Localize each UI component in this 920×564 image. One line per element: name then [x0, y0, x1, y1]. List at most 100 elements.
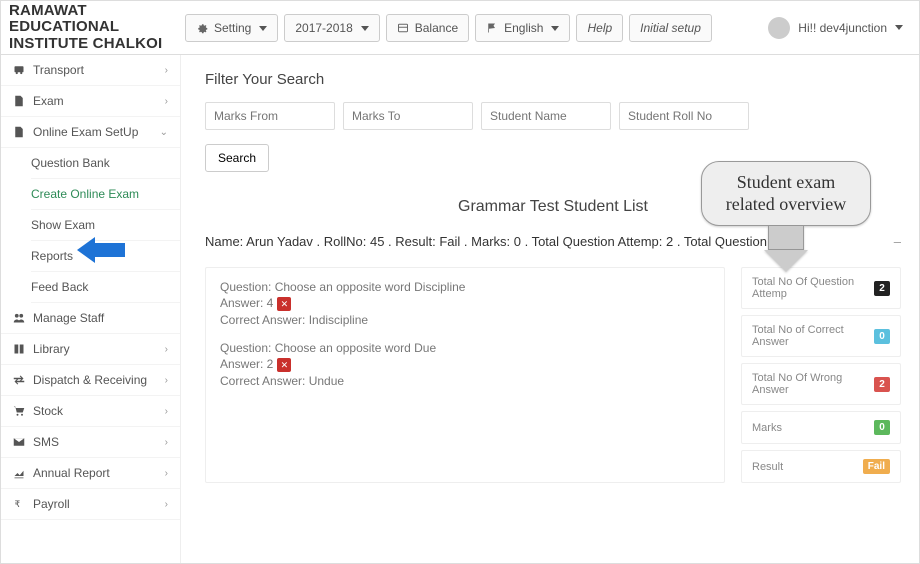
stat-label: Total No Of Question Attemp	[752, 276, 874, 300]
chevron-right-icon: ›	[165, 499, 168, 510]
stat-value: Fail	[863, 459, 890, 474]
search-button[interactable]: Search	[205, 144, 269, 172]
filter-heading: Filter Your Search	[205, 71, 901, 88]
sidebar-label: Feed Back	[31, 280, 88, 294]
student-roll-input[interactable]	[619, 102, 749, 130]
sidebar: Transport › Exam › Online Exam SetUp ⌄ Q…	[1, 55, 181, 563]
annotation-bubble: Student exam related overview	[701, 161, 871, 226]
book-icon	[13, 343, 25, 355]
answer-text: Answer: 2✕	[220, 357, 710, 372]
sidebar-label: Transport	[33, 63, 84, 77]
sidebar-item-annual-report[interactable]: Annual Report ›	[1, 458, 180, 489]
correct-answer-text: Correct Answer: Indiscipline	[220, 313, 710, 327]
chevron-right-icon: ›	[165, 406, 168, 417]
stat-label: Total No of Correct Answer	[752, 324, 874, 348]
gear-icon	[196, 22, 208, 34]
chevron-right-icon: ›	[165, 375, 168, 386]
stats-panel: Total No Of Question Attemp 2 Total No o…	[741, 267, 901, 483]
annotation-arrow-shaft	[768, 226, 804, 250]
transfer-icon	[13, 374, 25, 386]
stat-label: Result	[752, 461, 783, 473]
question-answer-panel: Question: Choose an opposite word Discip…	[205, 267, 725, 483]
svg-text:₹: ₹	[15, 499, 21, 509]
answer-text: Answer: 4✕	[220, 296, 710, 311]
balance-icon	[397, 22, 409, 34]
correct-answer-text: Correct Answer: Undue	[220, 374, 710, 388]
language-label: English	[504, 21, 543, 35]
detail-panel: Question: Choose an opposite word Discip…	[205, 267, 901, 483]
stat-marks: Marks 0	[741, 411, 901, 444]
flag-icon	[486, 22, 498, 34]
sidebar-item-create-online-exam[interactable]: Create Online Exam	[31, 179, 180, 210]
sidebar-item-stock[interactable]: Stock ›	[1, 396, 180, 427]
stat-label: Total No Of Wrong Answer	[752, 372, 874, 396]
app-window: RAMAWAT EDUCATIONAL INSTITUTE CHALKOI Se…	[0, 0, 920, 564]
stat-value: 2	[874, 281, 890, 296]
stat-value: 0	[874, 420, 890, 435]
annotation-blue-arrow	[77, 237, 125, 263]
user-greeting: Hi!! dev4junction	[798, 21, 887, 35]
arrow-shaft	[95, 243, 125, 257]
file-icon	[13, 95, 25, 107]
main-content: Filter Your Search Search Grammar Test S…	[181, 55, 919, 563]
sidebar-item-payroll[interactable]: ₹Payroll ›	[1, 489, 180, 520]
balance-button[interactable]: Balance	[386, 14, 469, 42]
sidebar-label: Reports	[31, 249, 73, 263]
balance-label: Balance	[415, 21, 458, 35]
cart-icon	[13, 405, 25, 417]
sidebar-label: Stock	[33, 404, 63, 418]
question-text: Question: Choose an opposite word Due	[220, 341, 710, 355]
sidebar-label: Library	[33, 342, 70, 356]
chevron-right-icon: ›	[165, 468, 168, 479]
envelope-icon	[13, 436, 25, 448]
stat-value: 0	[874, 329, 890, 344]
help-button[interactable]: Help	[576, 14, 623, 42]
stat-correct: Total No of Correct Answer 0	[741, 315, 901, 357]
top-buttons: Setting 2017-2018 Balance English Help I…	[181, 14, 712, 42]
sidebar-item-manage-staff[interactable]: Manage Staff	[1, 303, 180, 334]
caret-icon	[895, 25, 903, 30]
arrow-head-icon	[77, 237, 95, 263]
session-button[interactable]: 2017-2018	[284, 14, 379, 42]
session-label: 2017-2018	[295, 21, 352, 35]
student-name-input[interactable]	[481, 102, 611, 130]
initial-setup-button[interactable]: Initial setup	[629, 14, 712, 42]
collapse-icon[interactable]: –	[894, 234, 901, 249]
sidebar-item-feedback[interactable]: Feed Back	[31, 272, 180, 303]
users-icon	[13, 312, 25, 324]
top-bar: RAMAWAT EDUCATIONAL INSTITUTE CHALKOI Se…	[1, 1, 919, 55]
sidebar-item-question-bank[interactable]: Question Bank	[31, 148, 180, 179]
bus-icon	[13, 64, 25, 76]
language-button[interactable]: English	[475, 14, 570, 42]
sidebar-item-online-exam[interactable]: Online Exam SetUp ⌄	[1, 117, 180, 148]
setting-button[interactable]: Setting	[185, 14, 278, 42]
marks-to-input[interactable]	[343, 102, 473, 130]
sidebar-label: Create Online Exam	[31, 187, 139, 201]
sidebar-label: Exam	[33, 94, 64, 108]
annotation-callout: Student exam related overview	[701, 161, 871, 272]
sidebar-label: Online Exam SetUp	[33, 125, 138, 139]
chevron-down-icon: ⌄	[160, 127, 168, 138]
marks-from-input[interactable]	[205, 102, 335, 130]
sidebar-item-exam[interactable]: Exam ›	[1, 86, 180, 117]
sidebar-label: SMS	[33, 435, 59, 449]
caret-icon	[257, 21, 267, 35]
sidebar-label: Dispatch & Receiving	[33, 373, 147, 387]
setting-label: Setting	[214, 21, 251, 35]
brand-line2: INSTITUTE CHALKOI	[9, 36, 173, 53]
sidebar-item-library[interactable]: Library ›	[1, 334, 180, 365]
avatar	[768, 17, 790, 39]
sidebar-item-transport[interactable]: Transport ›	[1, 55, 180, 86]
sidebar-label: Show Exam	[31, 218, 95, 232]
chevron-right-icon: ›	[165, 437, 168, 448]
stat-attemp: Total No Of Question Attemp 2	[741, 267, 901, 309]
sidebar-label: Question Bank	[31, 156, 110, 170]
sidebar-sub-online-exam: Question Bank Create Online Exam Show Ex…	[1, 148, 180, 303]
caret-icon	[359, 21, 369, 35]
annotation-arrow-head	[764, 250, 808, 272]
qa-block: Question: Choose an opposite word Due An…	[220, 341, 710, 388]
sidebar-item-sms[interactable]: SMS ›	[1, 427, 180, 458]
sidebar-item-dispatch[interactable]: Dispatch & Receiving ›	[1, 365, 180, 396]
chart-icon	[13, 467, 25, 479]
top-right[interactable]: Hi!! dev4junction	[768, 17, 919, 39]
